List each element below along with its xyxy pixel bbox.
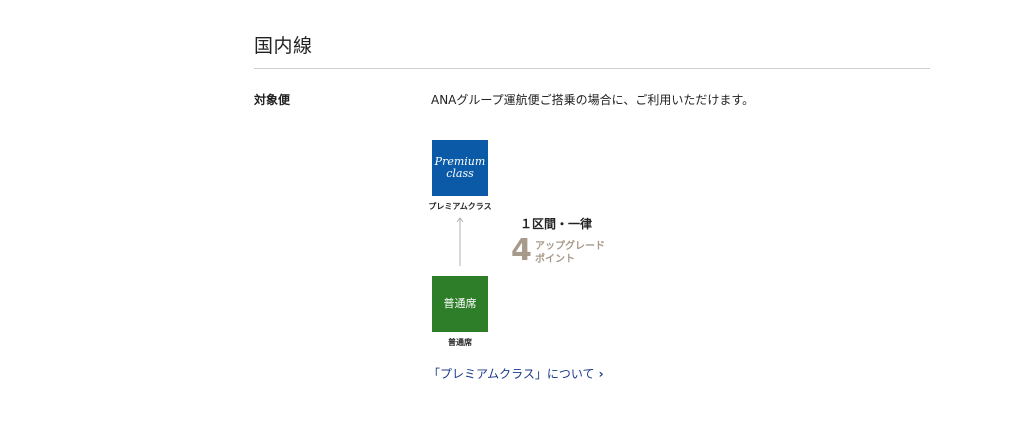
premium-logo-line2: class bbox=[446, 167, 474, 180]
standard-seat-box: 普通席 bbox=[432, 276, 488, 332]
up-arrow-icon bbox=[456, 217, 464, 266]
section-title: 国内線 bbox=[254, 35, 313, 57]
section-divider bbox=[254, 68, 930, 69]
target-flights-value: ANAグループ運航便ご搭乗の場合に、ご利用いただけます。 bbox=[431, 93, 755, 107]
premium-class-info-link[interactable]: 「プレミアムクラス」について › bbox=[428, 365, 604, 382]
upgrade-points-label-line1: アップグレード bbox=[535, 241, 605, 252]
upgrade-points-number: 4 bbox=[511, 233, 532, 268]
per-segment-text: １区間・一律 bbox=[520, 217, 593, 231]
premium-class-info-link-text: 「プレミアムクラス」について bbox=[428, 367, 595, 381]
chevron-right-icon: › bbox=[598, 367, 604, 381]
premium-class-caption: プレミアムクラス bbox=[428, 202, 492, 211]
target-flights-label: 対象便 bbox=[254, 93, 291, 107]
upgrade-points-label-line2: ポイント bbox=[535, 254, 575, 265]
standard-seat-caption: 普通席 bbox=[448, 338, 472, 347]
premium-logo-line1: Premium bbox=[434, 155, 486, 168]
page: 国内線 対象便 ANAグループ運航便ご搭乗の場合に、ご利用いただけます。 Pre… bbox=[0, 0, 1024, 421]
upgrade-points-label: アップグレード ポイント bbox=[535, 240, 605, 266]
premium-class-logo: Premium class bbox=[432, 140, 488, 196]
